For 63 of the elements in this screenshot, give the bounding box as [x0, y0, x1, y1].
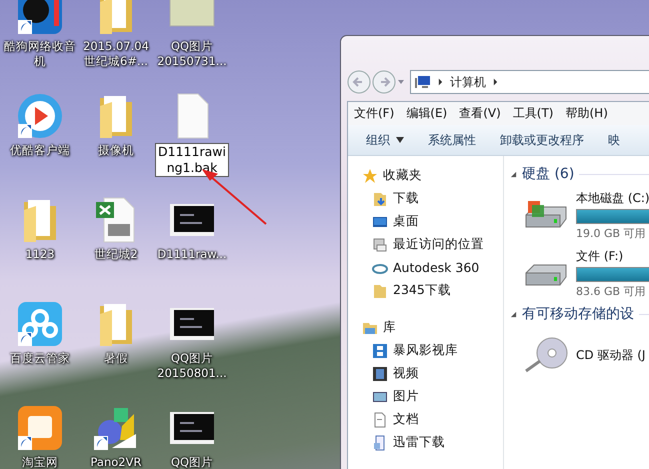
nav-item[interactable]: 最近访问的位置	[362, 233, 503, 256]
document-icon	[372, 412, 388, 428]
file-name-label: 淘宝网	[21, 455, 59, 469]
file-name-label: QQ图片 20150801...	[156, 351, 228, 381]
nav-group-item[interactable]: 库	[362, 316, 503, 339]
address-bar[interactable]: 计算机	[410, 70, 649, 94]
nav-item[interactable]: 2345下载	[362, 279, 503, 302]
nav-item[interactable]: 暴风影视库	[362, 339, 503, 362]
file-name-label: 酷狗网络收音机	[3, 39, 77, 69]
download-icon	[372, 190, 388, 206]
file-name-label: QQ图片 20150731...	[156, 39, 228, 69]
nav-item[interactable]: 图片	[362, 385, 503, 408]
disc-drive-icon[interactable]	[522, 337, 570, 373]
computer-icon	[415, 74, 431, 90]
media-icon	[372, 342, 388, 358]
section-heading: 有可移动存储的设	[522, 305, 634, 323]
free-space-text: 83.6 GB 可用	[576, 284, 647, 298]
menu-item[interactable]: 查看(V)	[459, 105, 501, 122]
nav-group-item[interactable]: 收藏夹	[362, 164, 503, 187]
nav-item[interactable]: 桌面	[362, 210, 503, 233]
free-space-text: 19.0 GB 可用	[576, 226, 647, 240]
nav-item[interactable]: 视频	[362, 362, 503, 385]
drive-name[interactable]: 本地磁盘 (C:)	[576, 190, 649, 206]
nav-item[interactable]: 下载	[362, 187, 503, 210]
caret-icon	[396, 137, 404, 143]
menu-item[interactable]: 编辑(E)	[406, 105, 448, 122]
collapse-triangle-icon[interactable]	[510, 170, 517, 178]
forward-button[interactable]	[372, 70, 396, 94]
recent-icon	[372, 236, 388, 252]
file-name-label: Pano2VR	[90, 455, 142, 469]
menu-item[interactable]: 文件(F)	[354, 105, 394, 122]
file-name-label: 优酷客户端	[9, 143, 71, 158]
file-name-label: QQ图片	[170, 455, 214, 469]
nav-item[interactable]: Autodesk 360	[362, 256, 503, 279]
folder-icon	[372, 282, 388, 298]
toolbar-button[interactable]: 映	[600, 130, 628, 150]
toolbar-button[interactable]: 系统属性	[420, 130, 484, 150]
file-name-label: 摄像机	[97, 143, 135, 158]
collapse-triangle-icon[interactable]	[510, 310, 517, 318]
file-name-label: 暑假	[103, 351, 129, 366]
file-name-label: D1111rawing1.bak	[155, 143, 229, 177]
chevron-icon	[438, 78, 443, 86]
menu-item[interactable]: 工具(T)	[512, 105, 554, 122]
section-heading: 硬盘 (6)	[522, 165, 574, 183]
chevron-icon	[493, 78, 498, 86]
file-name-label: D1111raw...	[156, 247, 228, 262]
menu-item[interactable]: 帮助(H)	[566, 105, 608, 122]
file-name-label: 1123	[24, 247, 56, 262]
file-name-label: 2015.07.04 世纪城6#...	[82, 39, 150, 69]
breadcrumb[interactable]: 计算机	[450, 74, 486, 90]
toolbar-button[interactable]: 组织	[358, 130, 412, 150]
star-icon	[362, 168, 378, 184]
drive-name[interactable]: 文件 (F:)	[576, 248, 649, 264]
video-icon	[372, 366, 388, 382]
file-name-label: 世纪城2	[93, 247, 139, 262]
drive-name[interactable]: CD 驱动器 (J	[576, 346, 646, 364]
app-icon[interactable]	[16, 0, 64, 36]
nav-item[interactable]: 文档	[362, 408, 503, 431]
back-button[interactable]	[347, 70, 371, 94]
nav-item[interactable]: 迅雷下载	[362, 431, 503, 454]
history-dropdown-icon[interactable]	[397, 78, 405, 86]
file-name-label: 百度云管家	[9, 351, 71, 366]
toolbar-button[interactable]: 卸载或更改程序	[492, 130, 592, 150]
